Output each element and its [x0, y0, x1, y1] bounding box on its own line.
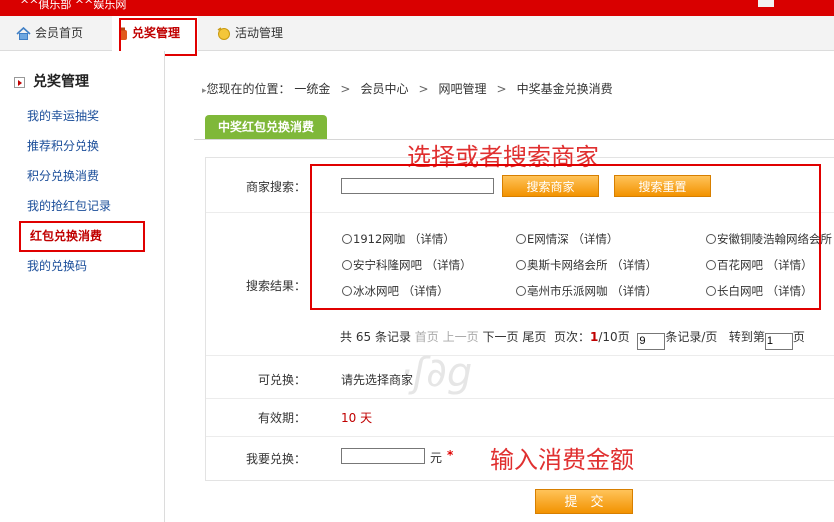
- sidebar-title: 兑奖管理: [14, 71, 89, 91]
- search-label: 商家搜索：: [245, 180, 306, 194]
- radio-icon[interactable]: [516, 260, 526, 270]
- highlight-sidebar-active: [19, 221, 145, 252]
- merchant-search-input[interactable]: [341, 178, 494, 194]
- divider: [206, 355, 834, 356]
- pager-per-page-suffix: 条记录/页: [665, 330, 718, 344]
- radio-icon[interactable]: [516, 286, 526, 296]
- pager-last[interactable]: 尾页: [522, 330, 546, 344]
- top-bar-widget[interactable]: [758, 0, 774, 7]
- required-mark: *: [447, 448, 454, 462]
- merchant-radio-option[interactable]: 亳州市乐派网咖 （详情）: [516, 283, 657, 299]
- merchant-name: 安徽铜陵浩翰网络会所: [717, 232, 832, 246]
- nav-activity-label: 活动管理: [235, 26, 284, 40]
- sidebar-item-referral-points[interactable]: 推荐积分兑换: [27, 137, 99, 154]
- merchant-name: 百花网吧 （详情）: [717, 258, 813, 272]
- merchant-name: 亳州市乐派网咖 （详情）: [527, 284, 658, 298]
- breadcrumb: ▸您现在的位置： 一统金 > 会员中心 > 网吧管理 > 中奖基金兑换消费: [202, 80, 613, 97]
- breadcrumb-separator: >: [418, 82, 429, 96]
- breadcrumb-item[interactable]: 网吧管理: [439, 82, 487, 96]
- pagination: 共 65 条记录 首页 上一页 下一页 尾页 页次：1/10页 条记录/页 转到…: [340, 328, 805, 350]
- breadcrumb-item[interactable]: 会员中心: [360, 82, 408, 96]
- merchant-radio-option[interactable]: 1912网咖 （详情）: [342, 231, 455, 247]
- merchant-name: 奥斯卡网络会所 （详情）: [527, 258, 658, 272]
- redeemable-value: 请先选择商家: [341, 373, 414, 387]
- sidebar: 兑奖管理 我的幸运抽奖 推荐积分兑换 积分兑换消费 我的抢红包记录 红包兑换消费…: [0, 51, 165, 522]
- radio-icon[interactable]: [516, 234, 526, 244]
- amount-label: 我要兑换：: [245, 452, 306, 466]
- pager-total-suffix: 条记录: [374, 330, 411, 344]
- merchant-name: 1912网咖 （详情）: [353, 232, 455, 246]
- radio-icon[interactable]: [706, 234, 716, 244]
- merchant-radio-option[interactable]: 安徽铜陵浩翰网络会所: [706, 231, 832, 247]
- home-icon: [16, 26, 31, 40]
- merchant-name: 长白网吧 （详情）: [717, 284, 813, 298]
- pager-page-label: 页次：: [553, 330, 590, 344]
- radio-icon[interactable]: [342, 234, 352, 244]
- annotation-amount: 输入消费金额: [490, 446, 634, 474]
- merchant-radio-option[interactable]: 百花网吧 （详情）: [706, 257, 813, 273]
- radio-icon[interactable]: [706, 286, 716, 296]
- breadcrumb-prefix: 您现在的位置：: [206, 82, 291, 96]
- merchant-radio-option[interactable]: 长白网吧 （详情）: [706, 283, 813, 299]
- goto-page-input[interactable]: [764, 332, 793, 350]
- per-page-input[interactable]: [637, 332, 666, 350]
- radio-icon[interactable]: [706, 260, 716, 270]
- validity-value: 10 天: [341, 411, 373, 425]
- search-reset-button[interactable]: 搜索重置: [614, 175, 711, 197]
- activity-icon: [217, 27, 230, 40]
- search-merchant-button[interactable]: 搜索商家: [502, 175, 599, 197]
- redeemable-label: 可兑换：: [257, 373, 306, 387]
- pager-prev: 上一页: [442, 330, 479, 344]
- pager-goto-label: 转到第: [728, 330, 765, 344]
- divider: [206, 436, 834, 437]
- breadcrumb-separator: >: [496, 82, 507, 96]
- pager-next[interactable]: 下一页: [482, 330, 518, 344]
- merchant-radio-option[interactable]: E网情深 （详情）: [516, 231, 618, 247]
- radio-icon[interactable]: [342, 286, 352, 296]
- collapse-icon[interactable]: [14, 76, 25, 88]
- pager-total-prefix: 共: [340, 330, 353, 344]
- top-bar: ^^俱乐部 ^^娱乐网: [0, 0, 834, 16]
- merchant-radio-option[interactable]: 奥斯卡网络会所 （详情）: [516, 257, 657, 273]
- divider: [206, 398, 834, 399]
- sidebar-item-lucky-draw[interactable]: 我的幸运抽奖: [27, 107, 99, 124]
- merchant-name: 冰冰网吧 （详情）: [353, 284, 449, 298]
- pager-first: 首页: [414, 330, 439, 344]
- merchant-radio-option[interactable]: 冰冰网吧 （详情）: [342, 283, 449, 299]
- merchant-name: E网情深 （详情）: [527, 232, 619, 246]
- amount-input[interactable]: [341, 448, 425, 464]
- tab-red-packet-redeem[interactable]: 中奖红包兑换消费: [205, 115, 327, 140]
- nav-member-home[interactable]: 会员首页: [16, 16, 83, 50]
- sidebar-title-label: 兑奖管理: [33, 74, 89, 90]
- submit-button[interactable]: 提 交: [535, 489, 633, 514]
- pager-total: 65: [355, 330, 372, 344]
- results-label: 搜索结果：: [245, 279, 306, 293]
- sidebar-item-points-consume[interactable]: 积分兑换消费: [27, 167, 99, 184]
- radio-icon[interactable]: [342, 260, 352, 270]
- pager-total-pages: /10页: [598, 330, 630, 344]
- merchant-radio-option[interactable]: 安宁科隆网吧 （详情）: [342, 257, 472, 273]
- sidebar-item-red-packet-records[interactable]: 我的抢红包记录: [27, 197, 111, 214]
- validity-label: 有效期：: [257, 411, 306, 425]
- amount-unit: 元: [430, 451, 443, 465]
- pager-goto-suffix: 页: [792, 330, 805, 344]
- top-bar-text: ^^俱乐部 ^^娱乐网: [20, 0, 127, 11]
- sidebar-item-redeem-codes[interactable]: 我的兑换码: [27, 257, 87, 274]
- breadcrumb-item[interactable]: 一统金: [294, 82, 330, 96]
- breadcrumb-item: 中奖基金兑换消费: [516, 82, 613, 96]
- merchant-name: 安宁科隆网吧 （详情）: [353, 258, 472, 272]
- nav-activity-management[interactable]: 活动管理: [216, 16, 283, 50]
- breadcrumb-separator: >: [340, 82, 351, 96]
- nav-member-home-label: 会员首页: [35, 26, 84, 40]
